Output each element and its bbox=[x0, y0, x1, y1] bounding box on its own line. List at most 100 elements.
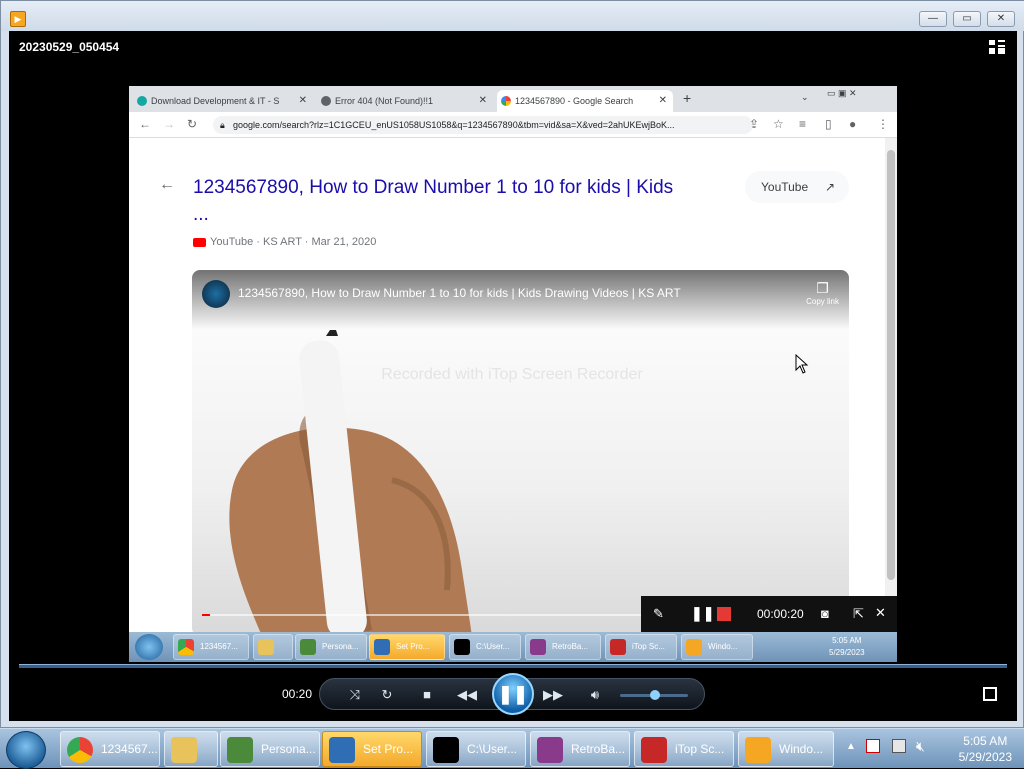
taskbar-item-retrobar[interactable]: RetroBa... bbox=[530, 731, 630, 767]
pause-icon[interactable]: ❚❚ bbox=[691, 605, 714, 622]
back-arrow-icon[interactable]: ← bbox=[139, 117, 151, 131]
reading-list-icon[interactable]: ≡ bbox=[799, 117, 806, 131]
recorder-toolbar: ✎ ❚❚ 00:00:20 ◙ ⇱ ✕ bbox=[641, 596, 897, 632]
taskbar-item-personalization[interactable]: Persona... bbox=[295, 634, 367, 660]
search-result-page: ← 1234567890, How to Draw Number 1 to 10… bbox=[129, 138, 885, 636]
upwork-icon bbox=[137, 96, 147, 106]
switch-to-now-playing-icon[interactable] bbox=[983, 687, 997, 701]
close-icon[interactable]: ✕ bbox=[659, 90, 667, 112]
taskbar-item-windows-player[interactable]: Windo... bbox=[738, 731, 834, 767]
repeat-icon[interactable]: ↻ bbox=[376, 685, 398, 705]
start-button[interactable] bbox=[6, 731, 46, 769]
pause-button[interactable]: ❚❚ bbox=[492, 673, 534, 715]
video-overlay-top bbox=[192, 270, 849, 330]
clock[interactable]: 5:05 AM 5/29/2023 bbox=[959, 733, 1012, 765]
volume-muted-icon[interactable]: 🔇︎ bbox=[916, 738, 925, 755]
result-title-link[interactable]: 1234567890, How to Draw Number 1 to 10 f… bbox=[193, 174, 693, 228]
volume-icon[interactable]: 🔊︎ bbox=[584, 685, 606, 705]
tab-error-404[interactable]: Error 404 (Not Found)!!1 ✕ bbox=[317, 90, 493, 112]
network-icon[interactable] bbox=[892, 739, 906, 753]
stop-record-icon[interactable] bbox=[717, 607, 731, 621]
pen-icon[interactable]: ✎ bbox=[653, 606, 664, 622]
shuffle-icon[interactable]: ⤨ bbox=[344, 685, 366, 705]
taskbar-label: Persona... bbox=[261, 742, 316, 756]
folder-icon bbox=[258, 639, 274, 655]
inner-clock[interactable]: 5:05 AM 5/29/2023 bbox=[829, 635, 865, 659]
close-icon[interactable]: ✕ bbox=[479, 90, 487, 112]
volume-slider[interactable] bbox=[620, 690, 688, 700]
video-progress-fill bbox=[202, 614, 210, 616]
action-center-icon[interactable] bbox=[866, 739, 880, 753]
taskbar: 1234567... Persona... Set Pro... C:\User… bbox=[0, 728, 1024, 769]
previous-icon[interactable]: ◀◀ bbox=[456, 685, 478, 705]
stop-icon[interactable]: ■ bbox=[416, 685, 438, 705]
show-hidden-icons-icon[interactable]: ▲ bbox=[846, 741, 856, 752]
youtube-logo-icon bbox=[193, 237, 206, 247]
tab-google-search[interactable]: 1234567890 - Google Search ✕ bbox=[497, 90, 673, 112]
start-orb-icon[interactable] bbox=[135, 634, 163, 660]
tab-label: 1234567890 - Google Search bbox=[515, 96, 634, 106]
close-icon[interactable]: ✕ bbox=[299, 90, 307, 112]
embedded-video[interactable]: 1234567890, How to Draw Number 1 to 10 f… bbox=[192, 270, 849, 636]
taskbar-item-explorer[interactable] bbox=[164, 731, 218, 767]
personalization-icon bbox=[227, 737, 253, 763]
address-bar[interactable]: 🔒︎ google.com/search?rlz=1C1GCEU_enUS105… bbox=[213, 116, 753, 134]
side-panel-icon[interactable]: ▯ bbox=[825, 117, 832, 131]
scrollbar-thumb[interactable] bbox=[887, 150, 895, 580]
chrome-icon bbox=[67, 737, 93, 763]
page-scrollbar[interactable] bbox=[885, 138, 897, 632]
copy-link-button[interactable]: ❐ Copy link bbox=[806, 280, 839, 306]
taskbar-label: C:\User... bbox=[467, 742, 518, 756]
taskbar-item-set-program[interactable]: Set Pro... bbox=[369, 634, 445, 660]
profile-icon[interactable]: ● bbox=[849, 117, 856, 131]
volume-knob[interactable] bbox=[650, 690, 660, 700]
copy-icon: ❐ bbox=[816, 280, 829, 296]
minimize-button[interactable]: — bbox=[919, 11, 947, 27]
itop-recorder-icon bbox=[610, 639, 626, 655]
channel-avatar[interactable] bbox=[202, 280, 230, 308]
video-title[interactable]: 1234567890, How to Draw Number 1 to 10 f… bbox=[238, 286, 681, 300]
tab-search-chevron-icon[interactable]: ⌄ bbox=[801, 92, 809, 103]
restore-button[interactable]: ▭ bbox=[953, 11, 981, 27]
new-tab-button[interactable]: + bbox=[683, 90, 691, 106]
title-bar[interactable]: ▶ — ▭ ✕ bbox=[1, 1, 1024, 31]
back-arrow-icon[interactable]: ← bbox=[159, 176, 175, 194]
taskbar-item-set-program[interactable]: Set Pro... bbox=[322, 731, 422, 767]
taskbar-item-windows-player[interactable]: Windo... bbox=[681, 634, 753, 660]
taskbar-label: 1234567... bbox=[101, 742, 158, 756]
taskbar-label: iTop Sc... bbox=[632, 642, 665, 651]
taskbar-item-chrome[interactable]: 1234567... bbox=[60, 731, 160, 767]
taskbar-item-itop[interactable]: iTop Sc... bbox=[634, 731, 734, 767]
edit-export-icon[interactable]: ⇱ bbox=[853, 606, 864, 622]
camera-icon[interactable]: ◙ bbox=[821, 606, 829, 621]
player-icon bbox=[745, 737, 771, 763]
close-icon[interactable]: ✕ bbox=[875, 605, 886, 621]
taskbar-item-explorer[interactable] bbox=[253, 634, 293, 660]
google-icon bbox=[501, 96, 511, 106]
reload-icon[interactable]: ↻ bbox=[187, 117, 197, 131]
seek-bar[interactable] bbox=[19, 664, 1007, 668]
close-button[interactable]: ✕ bbox=[987, 11, 1015, 27]
source-text: YouTube · KS ART · Mar 21, 2020 bbox=[210, 236, 377, 248]
taskbar-item-7zip[interactable]: C:\User... bbox=[426, 731, 526, 767]
browser-tabstrip: Download Development & IT - S ✕ Error 40… bbox=[129, 86, 897, 112]
share-icon[interactable]: ⇪ bbox=[749, 117, 759, 131]
taskbar-item-retrobar[interactable]: RetroBa... bbox=[525, 634, 601, 660]
taskbar-label: Set Pro... bbox=[363, 742, 414, 756]
tab-label: Error 404 (Not Found)!!1 bbox=[335, 96, 434, 106]
tab-download-development[interactable]: Download Development & IT - S ✕ bbox=[133, 90, 313, 112]
forward-arrow-icon[interactable]: → bbox=[163, 117, 175, 131]
taskbar-item-itop[interactable]: iTop Sc... bbox=[605, 634, 677, 660]
result-source: YouTube · KS ART · Mar 21, 2020 bbox=[193, 236, 376, 248]
next-icon[interactable]: ▶▶ bbox=[542, 685, 564, 705]
taskbar-item-chrome[interactable]: 1234567... bbox=[173, 634, 249, 660]
bookmark-star-icon[interactable]: ☆ bbox=[773, 117, 784, 131]
recording-timer: 00:00:20 bbox=[757, 607, 804, 621]
youtube-open-button[interactable]: YouTube ↗ bbox=[745, 171, 849, 203]
browser-window-controls[interactable]: ▭ ▣ ✕ bbox=[827, 88, 857, 99]
personalization-icon bbox=[300, 639, 316, 655]
fullscreen-layout-icon[interactable] bbox=[989, 40, 1005, 54]
taskbar-item-personalization[interactable]: Persona... bbox=[220, 731, 320, 767]
taskbar-item-7zip[interactable]: C:\User... bbox=[449, 634, 521, 660]
menu-kebab-icon[interactable]: ⋮ bbox=[877, 117, 889, 131]
